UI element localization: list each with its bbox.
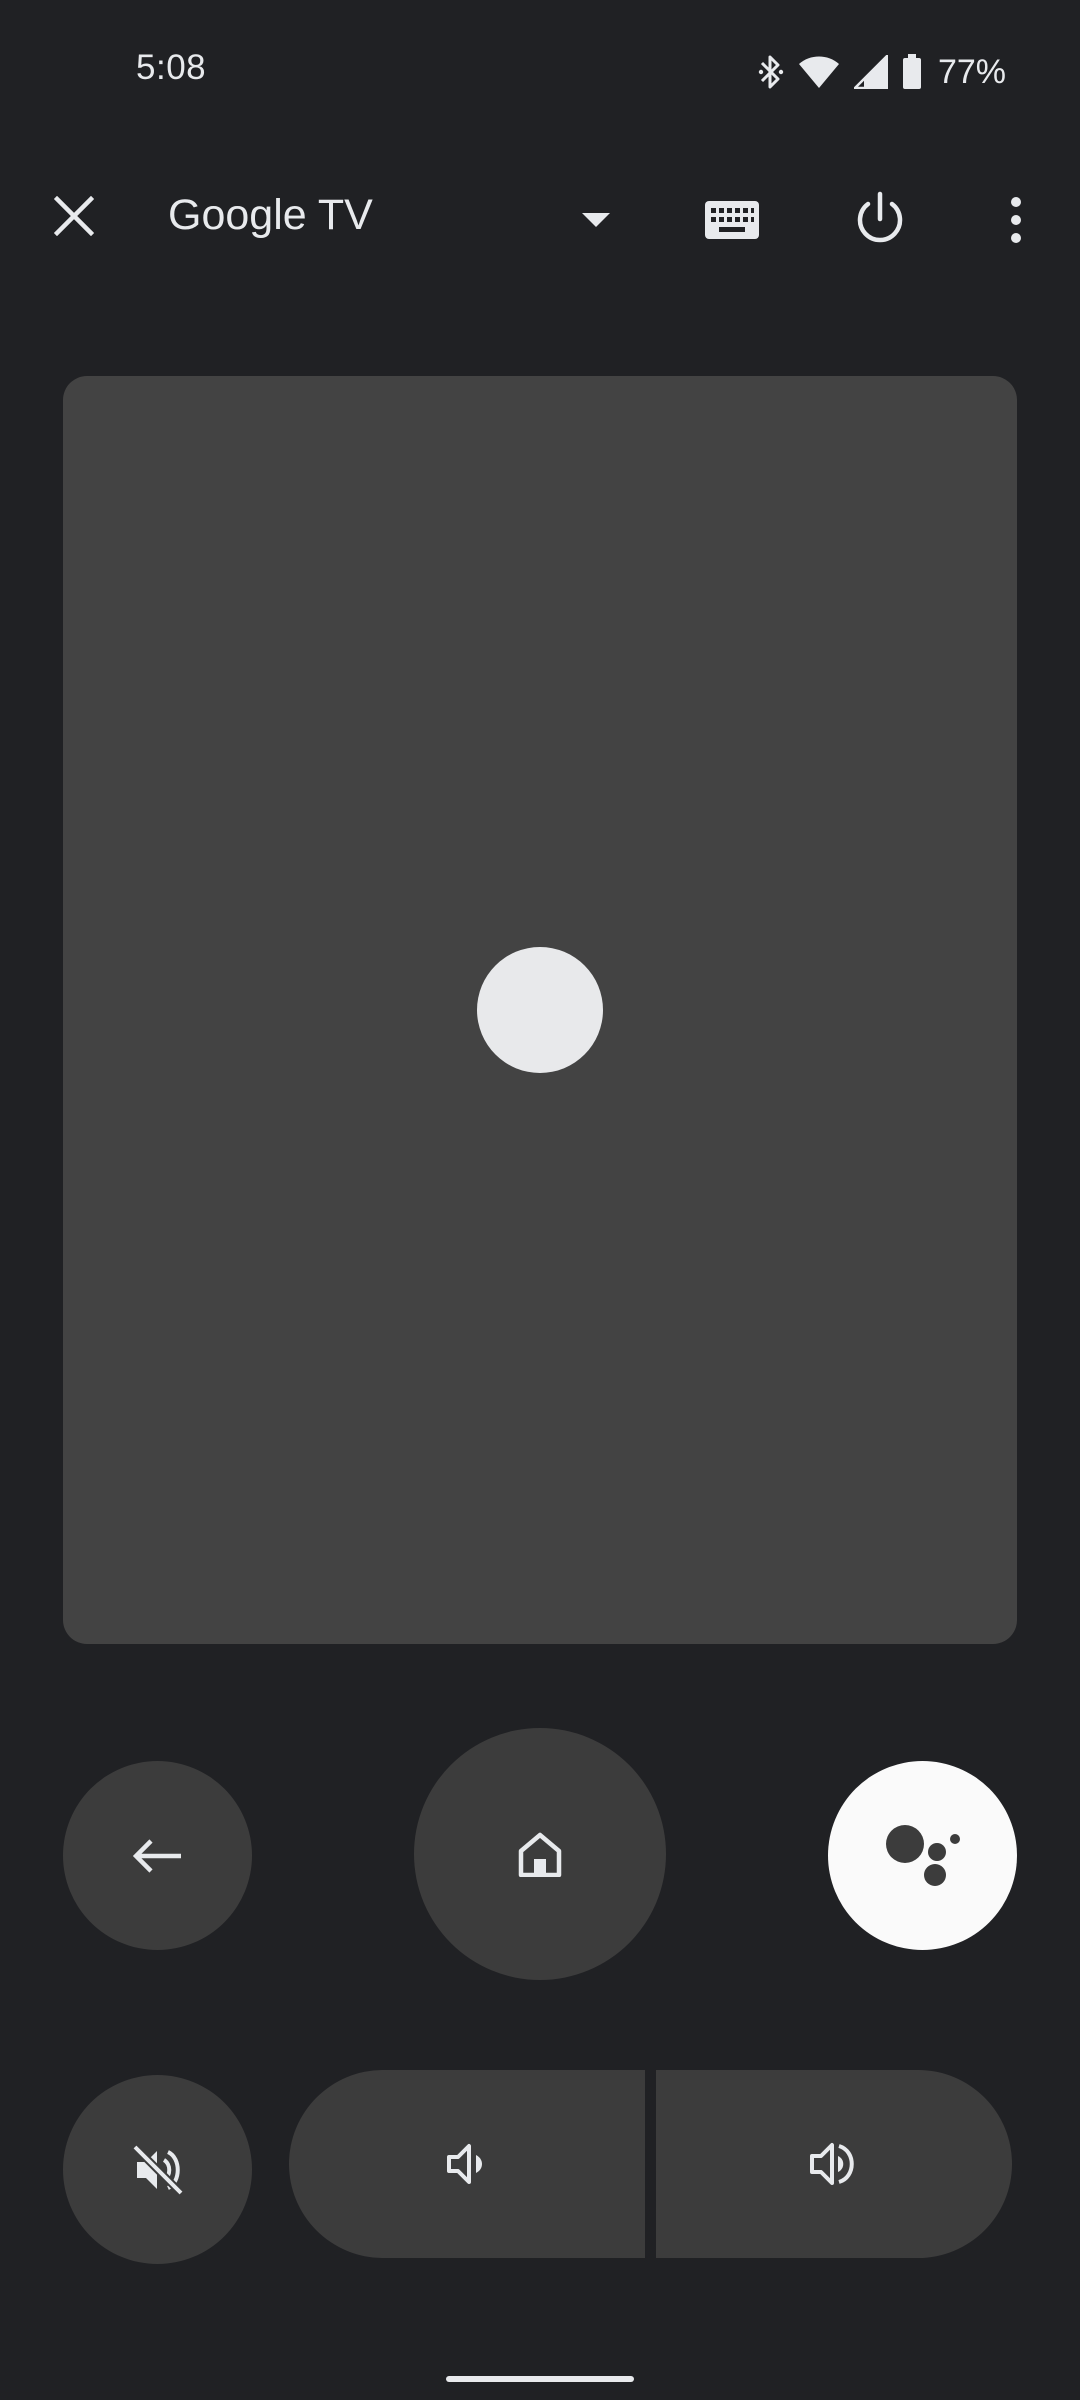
back-arrow-icon <box>132 1838 181 1873</box>
device-dropdown-button[interactable] <box>566 190 626 250</box>
volume-up-icon <box>810 2143 854 2185</box>
volume-down-button[interactable] <box>289 2070 645 2258</box>
battery-icon <box>902 54 922 90</box>
status-icons: 77% <box>758 50 1006 94</box>
google-assistant-button[interactable] <box>828 1761 1017 1950</box>
dropdown-arrow-icon <box>582 213 610 227</box>
device-name[interactable]: Google TV <box>168 191 373 240</box>
close-icon <box>54 196 94 236</box>
close-button[interactable] <box>38 180 110 252</box>
google-assistant-icon <box>885 1824 960 1886</box>
mute-button[interactable] <box>63 2075 252 2264</box>
gesture-navigation-bar[interactable] <box>446 2376 634 2382</box>
keyboard-button[interactable] <box>692 180 772 260</box>
volume-mute-icon <box>131 2143 184 2196</box>
keyboard-icon <box>705 201 759 239</box>
more-vert-icon <box>1011 197 1021 243</box>
wifi-icon <box>798 55 840 89</box>
battery-percentage: 77% <box>937 52 1006 91</box>
power-icon <box>857 191 903 243</box>
volume-down-icon <box>447 2144 482 2184</box>
back-button[interactable] <box>63 1761 252 1950</box>
volume-up-button[interactable] <box>656 2070 1012 2258</box>
home-icon <box>518 1832 562 1877</box>
bluetooth-icon <box>758 54 784 90</box>
power-button[interactable] <box>838 178 922 262</box>
status-time: 5:08 <box>136 48 207 87</box>
home-button[interactable] <box>414 1728 666 1980</box>
signal-icon <box>853 55 888 89</box>
touchpad-center-dot <box>477 947 603 1073</box>
more-options-button[interactable] <box>986 178 1046 262</box>
